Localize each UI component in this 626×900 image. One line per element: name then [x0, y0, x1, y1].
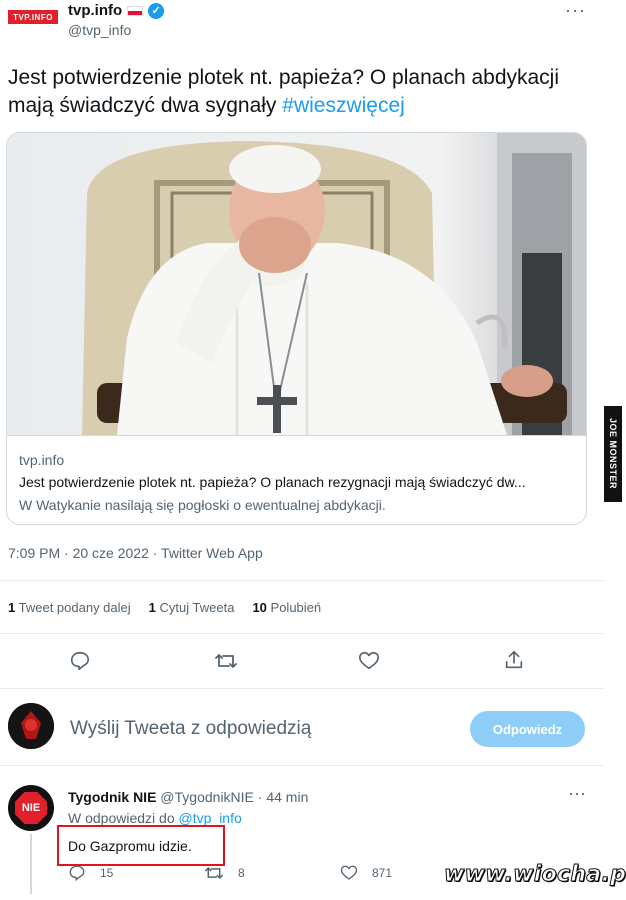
reply-author[interactable]: Tygodnik NIE @TygodnikNIE · 44 min: [68, 789, 308, 805]
quotes-stat[interactable]: 1 Cytuj Tweeta: [149, 600, 235, 615]
replying-to-prefix: W odpowiedzi do: [68, 810, 179, 826]
compose-reply-input[interactable]: Wyślij Tweeta z odpowiedzią: [70, 718, 311, 740]
retweets-stat[interactable]: 1 Tweet podany dalej: [8, 600, 131, 615]
author-handle[interactable]: @tvp_info: [68, 22, 131, 38]
retweet-icon[interactable]: [214, 650, 238, 672]
reply-retweet-action[interactable]: 8: [204, 864, 245, 882]
reply-reply-count: 15: [100, 866, 114, 880]
divider: [0, 633, 604, 634]
quotes-label: Cytuj Tweeta: [159, 600, 235, 615]
reply-icon: [69, 865, 85, 882]
likes-count: 10: [252, 600, 267, 615]
verified-badge-icon: ✓: [148, 2, 165, 19]
heart-icon[interactable]: [358, 650, 380, 672]
user-avatar-image: [8, 703, 54, 749]
poland-flag-icon: [127, 5, 144, 16]
more-options-icon[interactable]: ···: [565, 0, 586, 21]
share-icon[interactable]: [503, 649, 525, 671]
tvp-info-logo[interactable]: TVP.INFO: [8, 10, 58, 24]
card-meta[interactable]: tvp.info Jest potwierdzenie plotek nt. p…: [7, 435, 586, 524]
user-avatar[interactable]: [8, 703, 54, 749]
card-domain: tvp.info: [19, 452, 65, 468]
quotes-count: 1: [148, 600, 156, 615]
reply-author-avatar[interactable]: NIE: [8, 785, 54, 831]
card-image[interactable]: [7, 133, 586, 435]
likes-label: Polubień: [270, 600, 322, 615]
thread-line: [30, 834, 32, 894]
replying-to-mention[interactable]: @tvp_info: [179, 810, 242, 826]
divider: [0, 580, 604, 581]
reply-like-count: 871: [372, 866, 393, 880]
reply-retweet-count: 8: [238, 866, 245, 880]
reply-handle-time: @TygodnikNIE · 44 min: [156, 789, 309, 805]
reply-more-options-icon[interactable]: ···: [568, 783, 586, 804]
reply-text-highlight: Do Gazpromu idzie.: [57, 825, 225, 866]
tweet-text: Jest potwierdzenie plotek nt. papieża? O…: [8, 64, 568, 120]
retweets-count: 1: [8, 600, 16, 615]
pope-photo: [7, 133, 586, 435]
nie-logo: NIE: [15, 792, 47, 824]
reply-icon[interactable]: [69, 650, 91, 672]
reply-text: Do Gazpromu idzie.: [68, 837, 192, 854]
wiocha-watermark: www.wiocha.pl: [444, 862, 626, 888]
heart-icon: [340, 865, 358, 880]
divider: [0, 688, 604, 689]
divider: [0, 765, 604, 766]
tweet-stats: 1 Tweet podany dalej 1 Cytuj Tweeta 10 P…: [8, 600, 321, 615]
reply-submit-button[interactable]: Odpowiedz: [470, 711, 585, 747]
likes-stat[interactable]: 10 Polubień: [252, 600, 321, 615]
link-card[interactable]: tvp.info Jest potwierdzenie plotek nt. p…: [6, 132, 587, 525]
reply-like-action[interactable]: 871: [340, 864, 392, 882]
card-description: W Watykanie nasilają się pogłoski o ewen…: [19, 497, 386, 513]
reply-author-name[interactable]: Tygodnik NIE: [68, 789, 156, 805]
author-name-row[interactable]: tvp.info ✓: [68, 2, 165, 19]
replying-to: W odpowiedzi do @tvp_info: [68, 810, 242, 826]
hashtag-link[interactable]: #wieszwięcej: [282, 94, 405, 117]
reply-reply-action[interactable]: 15: [68, 864, 113, 882]
card-title: Jest potwierdzenie plotek nt. papieża? O…: [19, 474, 526, 490]
joe-monster-watermark: JOE MONSTER: [604, 406, 622, 502]
tweet-timestamp[interactable]: 7:09 PM · 20 cze 2022 · Twitter Web App: [8, 545, 263, 561]
author-name[interactable]: tvp.info: [68, 2, 122, 19]
retweets-label: Tweet podany dalej: [18, 600, 131, 615]
retweet-icon: [205, 867, 223, 879]
